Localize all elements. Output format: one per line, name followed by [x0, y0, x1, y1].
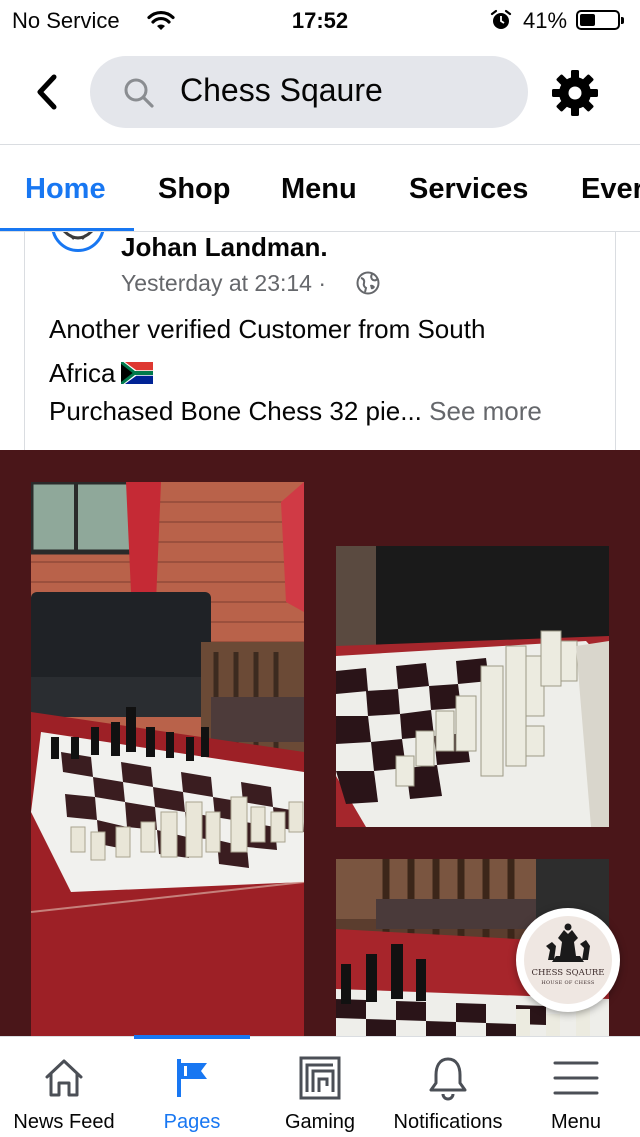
- tab-events[interactable]: Ever: [581, 173, 640, 206]
- page-tabs: Home Shop Menu Services Ever: [0, 144, 640, 232]
- nav-menu[interactable]: Menu: [512, 1037, 640, 1137]
- tab-menu[interactable]: Menu: [281, 173, 357, 206]
- flag-icon: [177, 1059, 207, 1097]
- post-timestamp[interactable]: Yesterday at 23:14 ·: [121, 270, 326, 297]
- search-query: Chess Sqaure: [180, 72, 383, 108]
- battery-percent: 41%: [523, 8, 568, 33]
- tab-shop[interactable]: Shop: [158, 173, 231, 206]
- nav-label-notifications: Notifications: [393, 1111, 503, 1133]
- post-author[interactable]: Johan Landman.: [121, 232, 328, 263]
- bell-icon: [429, 1057, 467, 1101]
- post-text-line3: Purchased Bone Chess 32 pie... See more: [49, 396, 542, 427]
- search-icon: [122, 76, 156, 115]
- post-text-line2-text: Africa: [49, 358, 116, 388]
- home-icon: [45, 1059, 83, 1097]
- status-bar: No Service 17:52 41%: [0, 0, 640, 42]
- gear-icon[interactable]: [550, 68, 600, 123]
- author-avatar[interactable]: [51, 232, 105, 252]
- nav-label-pages: Pages: [163, 1111, 221, 1133]
- back-button[interactable]: [30, 72, 64, 112]
- gaming-icon: [299, 1056, 341, 1100]
- chess-sqaure-logo: CHESS SQAURE HOUSE OF CHESS: [524, 916, 612, 1004]
- nav-label-gaming: Gaming: [284, 1111, 356, 1133]
- post-text-line1: Another verified Customer from South: [49, 314, 486, 344]
- south-africa-flag-icon: [120, 359, 154, 391]
- nav-pages[interactable]: Pages: [128, 1037, 256, 1137]
- chess-pieces-logo-icon: [546, 923, 590, 962]
- menu-icon: [553, 1061, 599, 1095]
- badge-brand-text: CHESS SQAURE: [531, 968, 605, 978]
- post-photo-2[interactable]: [336, 546, 609, 827]
- tab-services[interactable]: Services: [409, 173, 528, 206]
- badge-subtitle-text: HOUSE OF CHESS: [541, 980, 595, 986]
- post-card: Johan Landman. Yesterday at 23:14 · Anot…: [24, 232, 616, 450]
- nav-news-feed[interactable]: News Feed: [0, 1037, 128, 1137]
- tab-home[interactable]: Home: [25, 173, 106, 206]
- post-text-line3-text: Purchased Bone Chess 32 pie...: [49, 396, 422, 426]
- chevron-left-icon: [37, 74, 57, 110]
- nav-label-news-feed: News Feed: [13, 1111, 115, 1133]
- search-header: Chess Sqaure: [0, 42, 640, 144]
- bottom-navigation: News Feed Pages Gaming Notifications Men…: [0, 1035, 640, 1137]
- nav-label-menu: Menu: [550, 1111, 602, 1133]
- alarm-icon: [490, 9, 512, 36]
- page-profile-badge[interactable]: CHESS SQAURE HOUSE OF CHESS: [516, 908, 620, 1012]
- nav-gaming[interactable]: Gaming: [256, 1037, 384, 1137]
- post-photo-1[interactable]: [31, 482, 304, 1036]
- search-input[interactable]: Chess Sqaure: [90, 56, 528, 128]
- see-more-link[interactable]: See more: [429, 396, 542, 426]
- battery-icon: [576, 10, 624, 30]
- globe-icon: [355, 270, 381, 301]
- nav-notifications[interactable]: Notifications: [384, 1037, 512, 1137]
- post-text-line2: Africa: [49, 358, 154, 391]
